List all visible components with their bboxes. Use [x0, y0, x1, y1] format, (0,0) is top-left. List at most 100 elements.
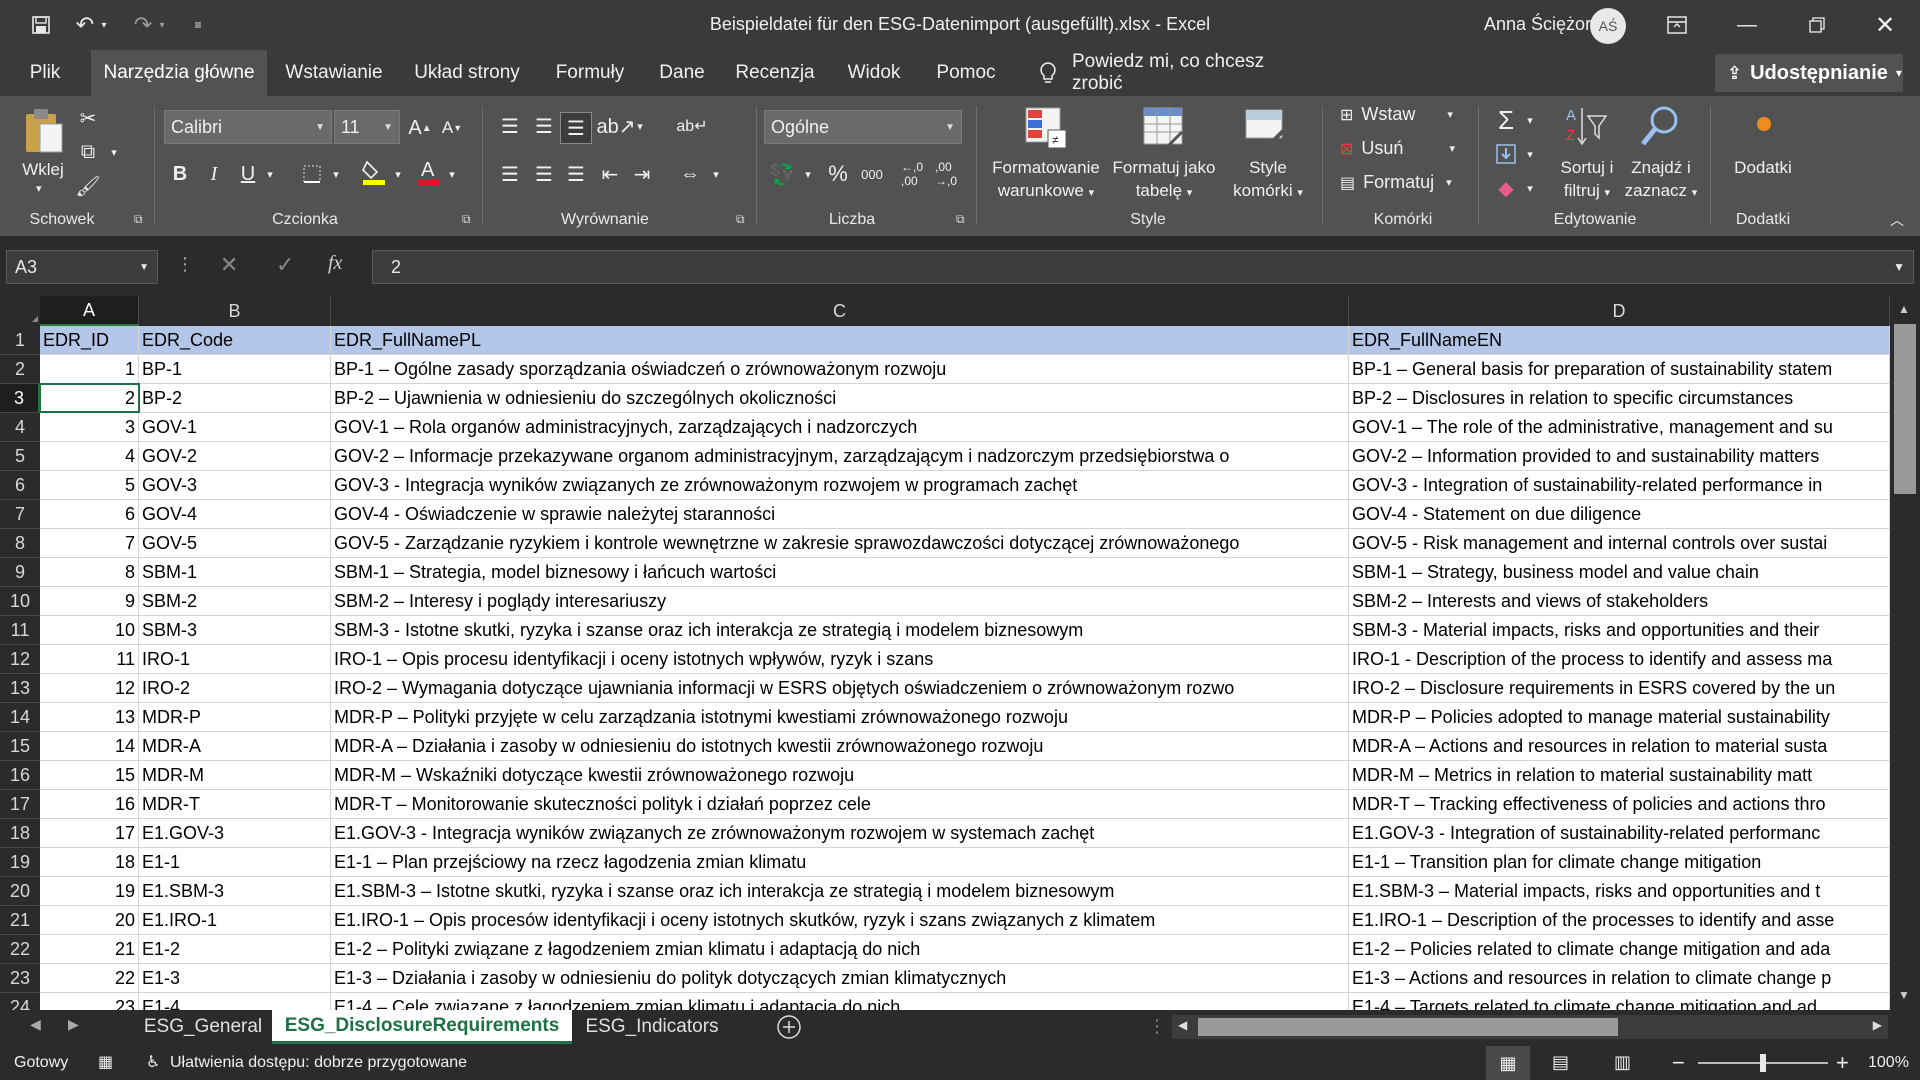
align-middle-icon[interactable]: ☰ [528, 110, 560, 142]
cell-d[interactable]: MDR-A – Actions and resources in relatio… [1349, 732, 1890, 761]
cell-b[interactable]: E1.GOV-3 [139, 819, 331, 848]
addins-icon[interactable] [1752, 112, 1776, 141]
cell-a[interactable]: 15 [40, 761, 139, 790]
conditional-formatting-button[interactable]: Formatowanie warunkowe ▾ [986, 156, 1106, 205]
header-cell-a[interactable]: EDR_ID [40, 326, 139, 355]
row-header[interactable]: 21 [0, 906, 40, 935]
zoom-slider[interactable] [1698, 1054, 1828, 1072]
name-box[interactable]: A3 ▼ [6, 250, 158, 284]
cell-a[interactable]: 4 [40, 442, 139, 471]
currency-format-icon[interactable]: 💱 [766, 158, 798, 190]
cell-styles-button[interactable]: Style komórki ▾ [1222, 156, 1314, 205]
cell-a[interactable]: 22 [40, 964, 139, 993]
cell-d[interactable]: GOV-4 - Statement on due diligence [1349, 500, 1890, 529]
select-all-corner[interactable] [0, 296, 40, 326]
autosum-icon[interactable]: Σ [1490, 104, 1522, 136]
cell-a[interactable]: 8 [40, 558, 139, 587]
row-header[interactable]: 7 [0, 500, 40, 529]
insert-cells-button[interactable]: ⊞ Wstaw ▾ [1340, 104, 1453, 125]
cell-a[interactable]: 23 [40, 993, 139, 1010]
worksheet-grid[interactable]: A B C D 1 EDR_ID EDR_Code EDR_FullNamePL EDR… [0, 296, 1920, 1010]
restore-icon[interactable] [1782, 0, 1852, 50]
cell-a[interactable]: 2 [40, 384, 139, 413]
delete-cells-button[interactable]: ⊠ Usuń ▾ [1340, 138, 1455, 159]
wrap-text-icon[interactable]: ab↵ [676, 110, 708, 142]
row-header[interactable]: 18 [0, 819, 40, 848]
cell-d[interactable]: E1.GOV-3 - Integration of sustainability… [1349, 819, 1890, 848]
borders-dropdown-icon[interactable]: ▾ [328, 158, 344, 190]
cell-b[interactable]: BP-1 [139, 355, 331, 384]
comma-style-icon[interactable]: 000 [856, 158, 888, 190]
cell-b[interactable]: E1-4 [139, 993, 331, 1010]
cell-d[interactable]: E1-3 – Actions and resources in relation… [1349, 964, 1890, 993]
cell-a[interactable]: 10 [40, 616, 139, 645]
cell-c[interactable]: MDR-M – Wskaźniki dotyczące kwestii zrów… [331, 761, 1349, 790]
cell-styles-icon[interactable] [1244, 106, 1288, 155]
fill-color-dropdown-icon[interactable]: ▾ [390, 158, 406, 190]
format-cells-button[interactable]: ▤ Formatuj ▾ [1340, 172, 1452, 193]
tab-page-layout[interactable]: Układ strony [402, 50, 532, 96]
fill-color-icon[interactable] [358, 156, 390, 188]
cut-icon[interactable]: ✂ [72, 102, 104, 134]
cell-c[interactable]: E1-1 – Plan przejściowy na rzecz łagodze… [331, 848, 1349, 877]
row-header[interactable]: 12 [0, 645, 40, 674]
cell-b[interactable]: GOV-1 [139, 413, 331, 442]
increase-font-size-icon[interactable]: A ▲ [404, 112, 436, 144]
row-header[interactable]: 23 [0, 964, 40, 993]
cell-b[interactable]: IRO-1 [139, 645, 331, 674]
cell-c[interactable]: E1-4 – Cele związane z łagodzeniem zmian… [331, 993, 1349, 1010]
chevron-down-icon[interactable]: ▾ [36, 182, 42, 195]
bold-button[interactable]: B [164, 158, 196, 190]
cell-d[interactable]: IRO-2 – Disclosure requirements in ESRS … [1349, 674, 1890, 703]
align-right-icon[interactable]: ☰ [560, 158, 592, 190]
font-color-icon[interactable]: A [412, 156, 444, 188]
user-name[interactable]: Anna Ściężor [1484, 14, 1591, 35]
cell-b[interactable]: MDR-M [139, 761, 331, 790]
cell-b[interactable]: SBM-3 [139, 616, 331, 645]
cell-b[interactable]: GOV-2 [139, 442, 331, 471]
paste-button[interactable]: Wklej [14, 158, 72, 181]
format-painter-icon[interactable]: 🖌 [72, 170, 104, 202]
formula-input[interactable]: 2 ▼ [372, 250, 1914, 284]
tab-file[interactable]: Plik [10, 50, 80, 96]
share-button[interactable]: ⇪ Udostępnianie ▾ [1715, 54, 1903, 92]
currency-dropdown-icon[interactable]: ▾ [800, 158, 816, 190]
format-as-table-icon[interactable] [1142, 106, 1186, 155]
cell-d[interactable]: E1.SBM-3 – Material impacts, risks and o… [1349, 877, 1890, 906]
orientation-icon[interactable]: ab↗ [597, 110, 636, 142]
accessibility-icon[interactable]: ♿ [146, 1052, 160, 1072]
sheet-next-icon[interactable]: ▶ [68, 1016, 79, 1033]
tab-formulas[interactable]: Formuły [544, 50, 636, 96]
cell-d[interactable]: IRO-1 - Description of the process to id… [1349, 645, 1890, 674]
cell-b[interactable]: E1-3 [139, 964, 331, 993]
clipboard-dialog-launcher-icon[interactable]: ⧉ [134, 212, 143, 227]
paste-icon[interactable] [22, 106, 66, 158]
cell-a[interactable]: 21 [40, 935, 139, 964]
cell-b[interactable]: SBM-1 [139, 558, 331, 587]
cell-a[interactable]: 5 [40, 471, 139, 500]
copy-icon[interactable]: ⧉ [72, 136, 104, 168]
cell-c[interactable]: SBM-1 – Strategia, model biznesowy i łań… [331, 558, 1349, 587]
vertical-scrollbar[interactable]: ▲ ▼ [1890, 296, 1920, 1010]
cell-a[interactable]: 13 [40, 703, 139, 732]
header-cell-c[interactable]: EDR_FullNamePL [331, 326, 1349, 355]
cell-b[interactable]: E1.SBM-3 [139, 877, 331, 906]
find-select-icon[interactable] [1638, 104, 1682, 155]
cell-c[interactable]: GOV-4 - Oświadczenie w sprawie należytej… [331, 500, 1349, 529]
autosum-dropdown-icon[interactable]: ▾ [1522, 104, 1538, 136]
row-header[interactable]: 1 [0, 326, 40, 355]
align-top-icon[interactable]: ☰ [494, 110, 526, 142]
italic-button[interactable]: I [198, 158, 230, 190]
align-center-icon[interactable]: ☰ [528, 158, 560, 190]
orientation-dropdown-icon[interactable]: ▾ [632, 110, 648, 142]
cell-a[interactable]: 3 [40, 413, 139, 442]
cell-d[interactable]: E1-1 – Transition plan for climate chang… [1349, 848, 1890, 877]
row-header[interactable]: 9 [0, 558, 40, 587]
font-name-combo[interactable]: Calibri ▼ [164, 110, 332, 144]
header-cell-b[interactable]: EDR_Code [139, 326, 331, 355]
cell-c[interactable]: E1.IRO-1 – Opis procesów identyfikacji i… [331, 906, 1349, 935]
merge-center-icon[interactable]: ⇔ [674, 158, 706, 190]
conditional-formatting-icon[interactable]: ≠ [1024, 106, 1068, 155]
row-header[interactable]: 19 [0, 848, 40, 877]
cell-c[interactable]: E1.GOV-3 - Integracja wyników związanych… [331, 819, 1349, 848]
